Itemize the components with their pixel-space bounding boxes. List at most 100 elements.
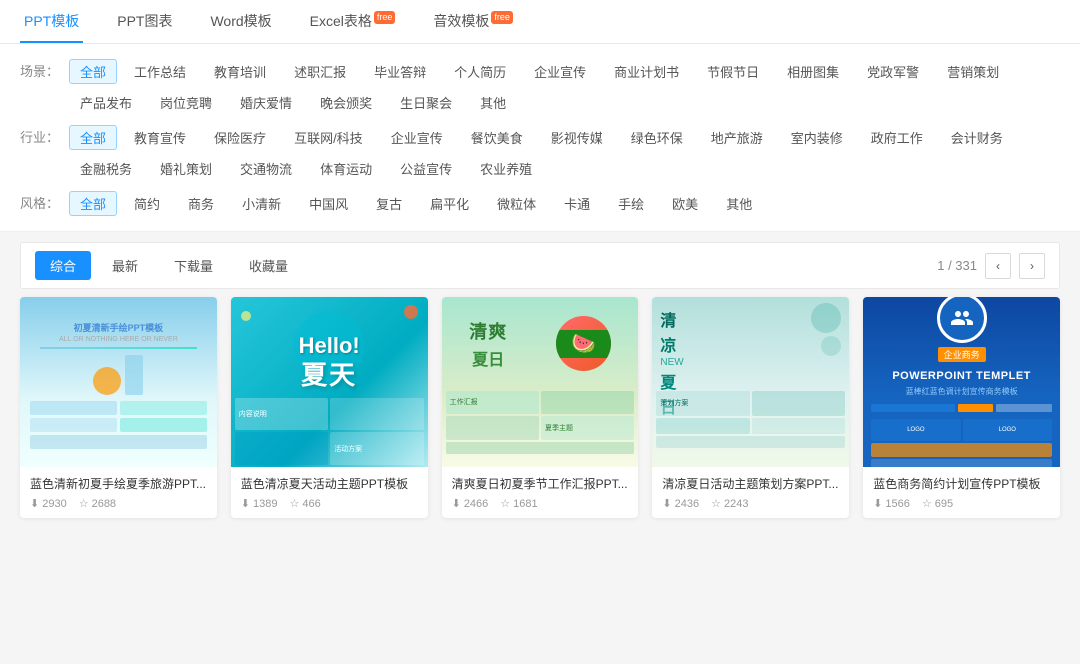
industry-finance[interactable]: 会计财务 xyxy=(940,125,1014,150)
card-4-title: 清凉夏日活动主题策划方案PPT... xyxy=(662,475,839,492)
download-icon-2: ⬇ xyxy=(241,497,250,510)
card-3-downloads: ⬇ 2466 xyxy=(452,497,489,510)
card-2-stats: ⬇ 1389 ☆ 466 xyxy=(241,497,418,510)
style-other[interactable]: 其他 xyxy=(715,191,763,216)
filter-row-scene: 场景： 全部 工作总结 教育培训 述职汇报 毕业答辩 个人简历 企业宣传 商业计… xyxy=(20,54,1060,120)
industry-agriculture[interactable]: 农业养殖 xyxy=(469,156,543,181)
industry-interior[interactable]: 室内装修 xyxy=(780,125,854,150)
scene-business-plan[interactable]: 商业计划书 xyxy=(603,59,690,84)
scene-resume[interactable]: 个人简历 xyxy=(443,59,517,84)
card-5[interactable]: 企业商务 POWERPOINT TEMPLET 蓝棒红蓝色调计划宣传商务模板 L… xyxy=(863,297,1060,518)
card-5-stats: ⬇ 1566 ☆ 695 xyxy=(873,497,1050,510)
star-icon-5: ☆ xyxy=(922,497,932,510)
industry-eco[interactable]: 绿色环保 xyxy=(620,125,694,150)
scene-party[interactable]: 党政军警 xyxy=(856,59,930,84)
nav-excel-template[interactable]: Excel表格free xyxy=(306,1,400,43)
scene-wedding[interactable]: 婚庆爱情 xyxy=(229,90,303,115)
industry-logistics[interactable]: 交通物流 xyxy=(229,156,303,181)
card-1-title: 蓝色清新初夏手绘夏季旅游PPT... xyxy=(30,475,207,492)
scene-graduation[interactable]: 毕业答辩 xyxy=(363,59,437,84)
sort-bar: 综合 最新 下载量 收藏量 1 / 331 ‹ › xyxy=(20,242,1060,289)
sort-latest[interactable]: 最新 xyxy=(97,251,153,280)
card-4-stats: ⬇ 2436 ☆ 2243 xyxy=(662,497,839,510)
free-badge-audio: free xyxy=(491,11,513,24)
scene-holiday[interactable]: 节假节日 xyxy=(696,59,770,84)
nav-audio-template[interactable]: 音效模板free xyxy=(429,1,517,43)
scene-training[interactable]: 教育培训 xyxy=(203,59,277,84)
industry-gov[interactable]: 政府工作 xyxy=(860,125,934,150)
style-chinese[interactable]: 中国风 xyxy=(298,191,359,216)
scene-label: 场景： xyxy=(20,59,59,80)
style-cartoon[interactable]: 卡通 xyxy=(553,191,601,216)
industry-charity[interactable]: 公益宣传 xyxy=(389,156,463,181)
card-5-badge: 企业商务 xyxy=(938,347,986,362)
style-fresh[interactable]: 小清新 xyxy=(231,191,292,216)
style-all[interactable]: 全部 xyxy=(69,191,117,216)
industry-all[interactable]: 全部 xyxy=(69,125,117,150)
card-4-info: 清凉夏日活动主题策划方案PPT... ⬇ 2436 ☆ 2243 xyxy=(652,467,849,518)
style-handdrawn[interactable]: 手绘 xyxy=(607,191,655,216)
scene-gala[interactable]: 晚会颁奖 xyxy=(309,90,383,115)
style-tags: 全部 简约 商务 小清新 中国风 复古 扁平化 微粒体 卡通 手绘 欧美 其他 xyxy=(69,191,1060,216)
star-icon-1: ☆ xyxy=(79,497,89,510)
card-4[interactable]: 清 凉 NEW 夏 日 策划方案 xyxy=(652,297,849,518)
download-icon-3: ⬇ xyxy=(452,497,461,510)
scene-album[interactable]: 相册图集 xyxy=(776,59,850,84)
card-2-favorites: ☆ 466 xyxy=(290,497,321,510)
scene-product[interactable]: 产品发布 xyxy=(69,90,143,115)
download-icon-4: ⬇ xyxy=(662,497,671,510)
style-particle[interactable]: 微粒体 xyxy=(486,191,547,216)
nav-word-template[interactable]: Word模板 xyxy=(206,1,275,43)
card-4-downloads: ⬇ 2436 xyxy=(662,497,699,510)
industry-realestate[interactable]: 地产旅游 xyxy=(700,125,774,150)
pagination-info: 1 / 331 ‹ › xyxy=(937,253,1045,279)
star-icon-2: ☆ xyxy=(290,497,300,510)
card-1-downloads: ⬇ 2930 xyxy=(30,497,67,510)
card-3-thumb: 清爽 夏日 🍉 工作汇报 夏季主题 xyxy=(442,297,639,467)
industry-wedding-plan[interactable]: 婚礼策划 xyxy=(149,156,223,181)
card-5-favorites: ☆ 695 xyxy=(922,497,953,510)
sort-favorites[interactable]: 收藏量 xyxy=(234,251,303,280)
scene-all[interactable]: 全部 xyxy=(69,59,117,84)
card-1-stats: ⬇ 2930 ☆ 2688 xyxy=(30,497,207,510)
industry-sports[interactable]: 体育运动 xyxy=(309,156,383,181)
scene-recruitment[interactable]: 岗位竞聘 xyxy=(149,90,223,115)
style-simple[interactable]: 简约 xyxy=(123,191,171,216)
card-3[interactable]: 清爽 夏日 🍉 工作汇报 夏季主题 xyxy=(442,297,639,518)
style-flat[interactable]: 扁平化 xyxy=(419,191,480,216)
prev-page-button[interactable]: ‹ xyxy=(985,253,1011,279)
card-2-thumb: Hello! 夏天 内容说明 活动方案 xyxy=(231,297,428,467)
card-2[interactable]: Hello! 夏天 内容说明 活动方案 蓝色清凉夏天活动主题PPT模板 ⬇ xyxy=(231,297,428,518)
card-5-ppt-title: POWERPOINT TEMPLET xyxy=(892,370,1031,382)
industry-internet[interactable]: 互联网/科技 xyxy=(283,125,374,150)
filter-row-industry: 行业： 全部 教育宣传 保险医疗 互联网/科技 企业宣传 餐饮美食 影视传媒 绿… xyxy=(20,120,1060,186)
industry-label: 行业： xyxy=(20,125,59,146)
card-1[interactable]: 初夏清新手绘PPT模板 ALL OR NOTHING HERE OR NEVER… xyxy=(20,297,217,518)
style-vintage[interactable]: 复古 xyxy=(365,191,413,216)
nav-ppt-chart[interactable]: PPT图表 xyxy=(113,1,176,43)
style-label: 风格： xyxy=(20,191,59,212)
card-1-favorites: ☆ 2688 xyxy=(79,497,116,510)
scene-other[interactable]: 其他 xyxy=(469,90,517,115)
filter-section: 场景： 全部 工作总结 教育培训 述职汇报 毕业答辩 个人简历 企业宣传 商业计… xyxy=(0,44,1080,232)
industry-media[interactable]: 影视传媒 xyxy=(540,125,614,150)
next-page-button[interactable]: › xyxy=(1019,253,1045,279)
style-business[interactable]: 商务 xyxy=(177,191,225,216)
industry-tax[interactable]: 金融税务 xyxy=(69,156,143,181)
industry-education[interactable]: 教育宣传 xyxy=(123,125,197,150)
scene-enterprise[interactable]: 企业宣传 xyxy=(523,59,597,84)
industry-insurance[interactable]: 保险医疗 xyxy=(203,125,277,150)
style-western[interactable]: 欧美 xyxy=(661,191,709,216)
card-2-info: 蓝色清凉夏天活动主题PPT模板 ⬇ 1389 ☆ 466 xyxy=(231,467,428,518)
card-4-favorites: ☆ 2243 xyxy=(711,497,748,510)
scene-marketing[interactable]: 营销策划 xyxy=(936,59,1010,84)
scene-birthday[interactable]: 生日聚会 xyxy=(389,90,463,115)
sort-downloads[interactable]: 下载量 xyxy=(159,251,228,280)
nav-ppt-template[interactable]: PPT模板 xyxy=(20,1,83,43)
card-2-downloads: ⬇ 1389 xyxy=(241,497,278,510)
industry-food[interactable]: 餐饮美食 xyxy=(460,125,534,150)
sort-comprehensive[interactable]: 综合 xyxy=(35,251,91,280)
scene-work-summary[interactable]: 工作总结 xyxy=(123,59,197,84)
scene-report[interactable]: 述职汇报 xyxy=(283,59,357,84)
industry-enterprise[interactable]: 企业宣传 xyxy=(380,125,454,150)
